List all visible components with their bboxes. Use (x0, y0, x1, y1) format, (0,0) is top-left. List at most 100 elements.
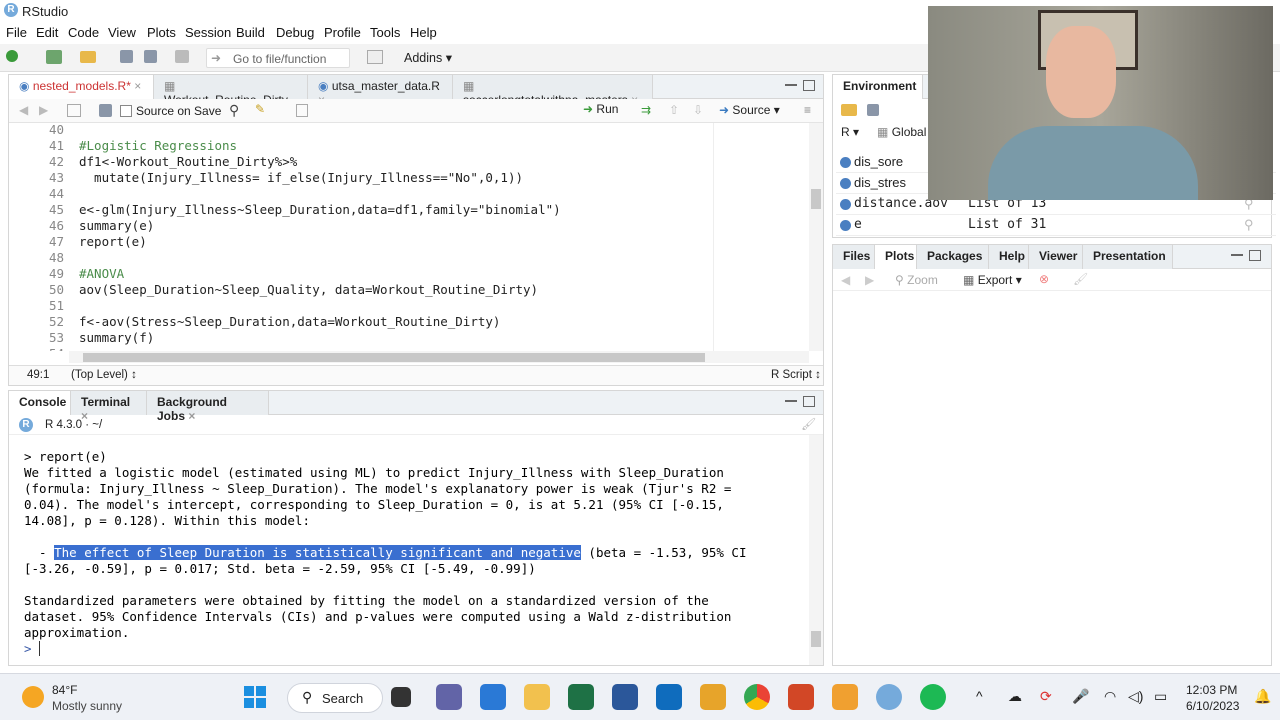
r-language-selector[interactable]: R ▾ (841, 125, 859, 139)
menu-profile[interactable]: Profile (324, 25, 361, 40)
up-icon[interactable]: ⇧ (669, 103, 679, 117)
windows-start-icon[interactable] (244, 686, 266, 708)
sync-icon[interactable]: ⟳ (1040, 688, 1052, 705)
expand-icon[interactable] (840, 220, 851, 231)
clock-date[interactable]: 6/10/2023 (1186, 699, 1239, 713)
maximize-pane-icon[interactable] (803, 396, 815, 407)
tab-utsa-master[interactable]: ◉ utsa_master_data.R × (308, 75, 453, 107)
clock-time[interactable]: 12:03 PM (1186, 683, 1237, 697)
save-icon[interactable] (867, 104, 879, 116)
tab-background-jobs[interactable]: Background Jobs × (147, 391, 269, 423)
save-icon[interactable] (99, 104, 112, 117)
weather-desc[interactable]: Mostly sunny (52, 699, 122, 713)
outline-icon[interactable]: ≡ (804, 103, 811, 117)
menu-debug[interactable]: Debug (276, 25, 314, 40)
console-scrollbar[interactable] (809, 435, 823, 665)
search-icon[interactable]: ⚲ (229, 102, 239, 119)
new-file-icon[interactable] (6, 50, 18, 62)
clear-plots-icon[interactable]: 🖌 (1073, 272, 1088, 286)
menu-help[interactable]: Help (410, 25, 437, 40)
clear-console-icon[interactable]: 🖌 (801, 417, 816, 431)
network-icon[interactable]: ☁ (1008, 688, 1022, 705)
view-icon[interactable]: ⚲ (1244, 217, 1254, 233)
magic-wand-icon[interactable]: ✎ (255, 102, 265, 116)
excel-icon[interactable] (568, 684, 594, 710)
filetype-selector[interactable]: R Script ↕ (771, 369, 821, 381)
notification-bell-icon[interactable]: 🔔 (1254, 688, 1271, 705)
file-explorer-icon[interactable] (524, 684, 550, 710)
export-menu[interactable]: ▦ Export ▾ (963, 273, 1022, 287)
menu-view[interactable]: View (108, 25, 136, 40)
hscroll-thumb[interactable] (83, 353, 705, 362)
save-icon[interactable] (120, 50, 133, 63)
save-all-icon[interactable] (144, 50, 157, 63)
store-icon[interactable] (480, 684, 506, 710)
menu-file[interactable]: File (6, 25, 27, 40)
taskbar-search[interactable]: ⚲ Search (287, 683, 383, 713)
menu-session[interactable]: Session (185, 25, 231, 40)
tab-packages[interactable]: Packages (917, 245, 989, 269)
files-icon[interactable] (700, 684, 726, 710)
battery-icon[interactable]: ▭ (1154, 688, 1167, 705)
source-on-save-checkbox[interactable] (120, 105, 132, 117)
addins-menu[interactable]: Addins ▾ (404, 50, 452, 65)
menu-tools[interactable]: Tools (370, 25, 400, 40)
minimize-pane-icon[interactable] (785, 399, 797, 402)
horizontal-scrollbar[interactable] (69, 351, 809, 363)
chevron-up-icon[interactable]: ^ (976, 688, 983, 704)
run-button[interactable]: ➜ Run (583, 102, 618, 120)
tab-files[interactable]: Files (833, 245, 875, 269)
maximize-pane-icon[interactable] (1249, 250, 1261, 261)
goto-file-input[interactable]: ➜ Go to file/function (206, 48, 350, 68)
tab-nested-models[interactable]: ◉ nested_models.R* × (9, 75, 154, 99)
rerun-icon[interactable]: ⇉ (641, 103, 651, 117)
tab-workout-routine[interactable]: ▦ Workout_Routine_Dirty × (154, 75, 308, 121)
scroll-thumb[interactable] (811, 189, 821, 209)
rstudio-taskbar-icon[interactable] (876, 684, 902, 710)
tab-terminal[interactable]: Terminal × (71, 391, 147, 423)
open-file-icon[interactable] (80, 51, 96, 63)
env-row[interactable]: e List of 31 ⚲ (836, 215, 1276, 236)
show-in-window-icon[interactable] (67, 104, 81, 117)
chrome-icon[interactable] (744, 684, 770, 710)
volume-icon[interactable]: ◁) (1128, 688, 1143, 705)
minimize-pane-icon[interactable] (785, 83, 797, 86)
grid-layout-icon[interactable] (367, 50, 383, 64)
tab-presentation[interactable]: Presentation (1083, 245, 1173, 269)
back-icon[interactable]: ◀ (841, 273, 850, 287)
forward-icon[interactable]: ▶ (865, 273, 874, 287)
maximize-pane-icon[interactable] (803, 80, 815, 91)
back-icon[interactable]: ◀ (19, 103, 28, 117)
expand-icon[interactable] (840, 157, 851, 168)
compile-report-icon[interactable] (296, 104, 308, 117)
console-output[interactable]: > report(e) We fitted a logistic model (… (9, 439, 809, 665)
microphone-icon[interactable]: 🎤 (1072, 688, 1089, 705)
menu-build[interactable]: Build (236, 25, 265, 40)
tab-viewer[interactable]: Viewer (1029, 245, 1083, 269)
minimize-pane-icon[interactable] (1231, 253, 1243, 256)
tab-plots[interactable]: Plots (875, 245, 917, 269)
tab-console[interactable]: Console (9, 391, 71, 415)
powerpoint-icon[interactable] (788, 684, 814, 710)
open-folder-icon[interactable] (841, 104, 857, 116)
new-project-icon[interactable] (46, 50, 62, 64)
menu-edit[interactable]: Edit (36, 25, 58, 40)
scope-selector[interactable]: (Top Level) ↕ (71, 369, 137, 381)
close-icon[interactable]: × (134, 79, 141, 93)
console-prompt[interactable]: > (24, 641, 41, 657)
remove-plot-icon[interactable]: ⊗ (1039, 272, 1049, 286)
vertical-scrollbar[interactable] (809, 123, 823, 351)
app-icon[interactable] (832, 684, 858, 710)
teams-icon[interactable] (436, 684, 462, 710)
menu-plots[interactable]: Plots (147, 25, 176, 40)
word-icon[interactable] (612, 684, 638, 710)
tab-help[interactable]: Help (989, 245, 1029, 269)
wifi-icon[interactable]: ◠ (1104, 688, 1116, 705)
tab-soccer[interactable]: ▦ soccerlongtotalwithna_masters × (453, 75, 653, 107)
global-env-selector[interactable]: ▦ Global (877, 125, 926, 139)
code-area[interactable]: 40 41 #Logistic Regressions 42 df1<-Workou… (9, 123, 809, 351)
scroll-thumb[interactable] (811, 631, 821, 647)
menu-code[interactable]: Code (68, 25, 99, 40)
expand-icon[interactable] (840, 199, 851, 210)
forward-icon[interactable]: ▶ (39, 103, 48, 117)
